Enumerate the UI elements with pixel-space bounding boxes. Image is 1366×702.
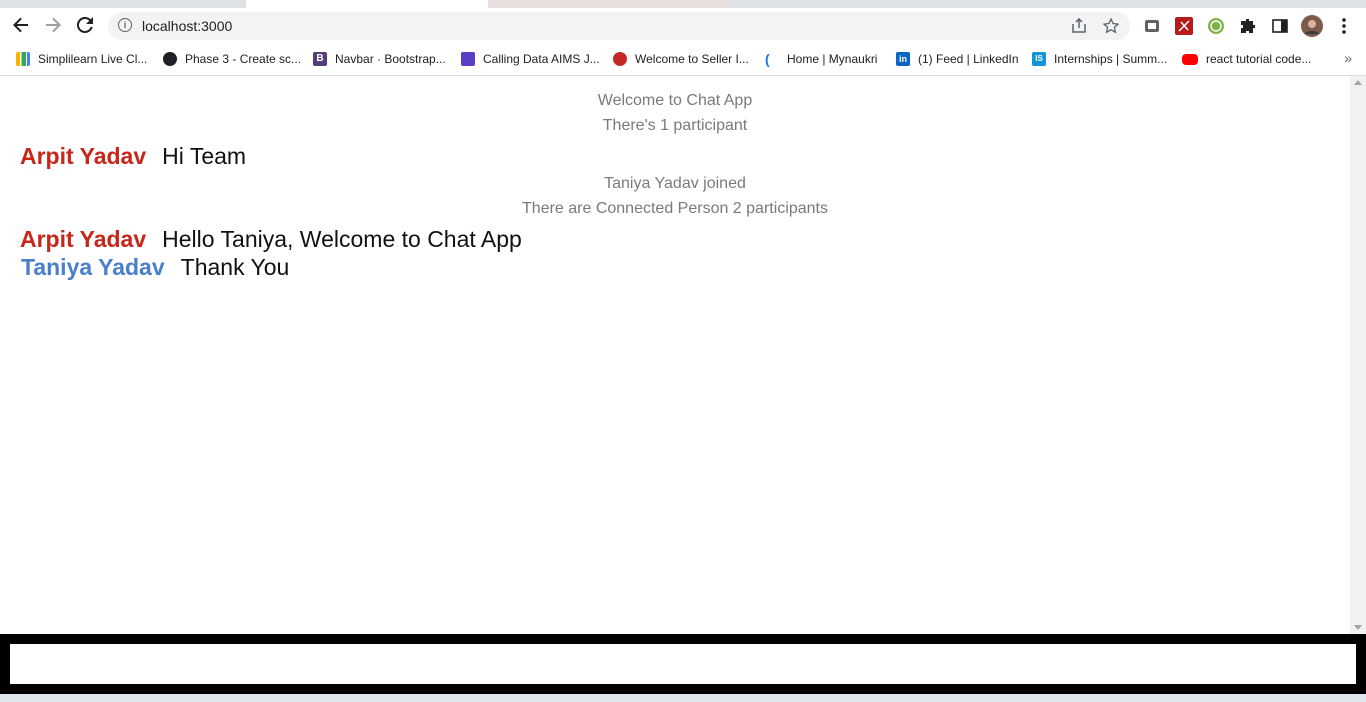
- bookmarks-bar: Simplilearn Live Cl... Phase 3 - Create …: [0, 44, 1366, 76]
- scroll-down-arrow-icon[interactable]: [1354, 625, 1362, 630]
- bookmark-item[interactable]: Simplilearn Live Cl...: [16, 50, 147, 68]
- bookmark-item[interactable]: react tutorial code...: [1182, 50, 1311, 68]
- message-sender: Arpit Yadav: [20, 143, 147, 169]
- url-input[interactable]: [142, 16, 1042, 36]
- participant-count-notice: There's 1 participant: [602, 117, 748, 134]
- message-input-bar: [0, 634, 1366, 694]
- participant-count-notice: There are Connected Person 2 participant…: [522, 200, 828, 217]
- welcome-notice: Welcome to Chat App: [597, 92, 753, 109]
- chat-message: Arpit Yadav Hi Team: [20, 143, 246, 170]
- reload-icon: [77, 17, 93, 33]
- linkedin-icon: in: [896, 52, 910, 66]
- message-input[interactable]: [10, 644, 1356, 684]
- browser-menu-icon[interactable]: [1333, 15, 1355, 37]
- simplilearn-icon: [16, 52, 30, 66]
- chat-message: Taniya Yadav Thank You: [21, 254, 289, 281]
- share-icon[interactable]: [1070, 17, 1088, 35]
- bootstrap-icon: B: [313, 52, 327, 66]
- bookmark-item[interactable]: in (1) Feed | LinkedIn: [896, 50, 1019, 68]
- browser-toolbar: i: [0, 8, 1366, 44]
- list-icon: [461, 52, 475, 66]
- message-text: Hello Taniya, Welcome to Chat App: [162, 226, 522, 252]
- taskbar-edge: [0, 694, 1366, 702]
- profile-avatar-icon[interactable]: [1301, 15, 1323, 37]
- chat-page: Welcome to Chat App There's 1 participan…: [0, 76, 1350, 634]
- message-sender: Arpit Yadav: [20, 226, 147, 252]
- mynaukri-icon: (: [765, 51, 770, 67]
- back-button[interactable]: [7, 11, 35, 39]
- extension-grid-icon[interactable]: [1141, 15, 1163, 37]
- chat-message: Arpit Yadav Hello Taniya, Welcome to Chat…: [20, 226, 522, 253]
- forward-arrow-icon: [46, 17, 61, 33]
- extensions-puzzle-icon[interactable]: [1237, 15, 1259, 37]
- seller-icon: [613, 52, 627, 66]
- site-info-icon[interactable]: i: [118, 18, 132, 32]
- scroll-up-arrow-icon[interactable]: [1354, 80, 1362, 85]
- address-bar[interactable]: i: [108, 12, 1130, 40]
- tab-strip: [0, 0, 1366, 8]
- globe-icon: [163, 52, 177, 66]
- back-arrow-icon: [13, 17, 28, 33]
- side-panel-icon[interactable]: [1269, 15, 1291, 37]
- bookmark-star-icon[interactable]: [1102, 17, 1120, 35]
- youtube-icon: [1182, 53, 1198, 65]
- message-text: Thank You: [180, 254, 290, 280]
- pdf-extension-icon[interactable]: [1173, 15, 1195, 37]
- forward-button[interactable]: [39, 11, 67, 39]
- active-tab[interactable]: [246, 0, 488, 8]
- join-notice: Taniya Yadav joined: [604, 175, 746, 192]
- bookmark-item[interactable]: B Navbar · Bootstrap...: [313, 50, 446, 68]
- bookmark-item[interactable]: Calling Data AIMS J...: [461, 50, 600, 68]
- internshala-icon: IS: [1032, 52, 1046, 66]
- page-scrollbar[interactable]: [1350, 76, 1366, 634]
- reload-button[interactable]: [71, 11, 99, 39]
- bookmark-item[interactable]: Phase 3 - Create sc...: [163, 50, 301, 68]
- more-bookmarks-icon[interactable]: »: [1344, 50, 1352, 66]
- message-text: Hi Team: [162, 143, 247, 169]
- bookmark-item[interactable]: Welcome to Seller I...: [613, 50, 749, 68]
- bookmark-item[interactable]: IS Internships | Summ...: [1032, 50, 1167, 68]
- inactive-tab[interactable]: [488, 0, 728, 8]
- message-sender: Taniya Yadav: [21, 254, 165, 280]
- whatsapp-extension-icon[interactable]: [1205, 15, 1227, 37]
- bookmark-item[interactable]: ( Home | Mynaukri: [765, 50, 877, 68]
